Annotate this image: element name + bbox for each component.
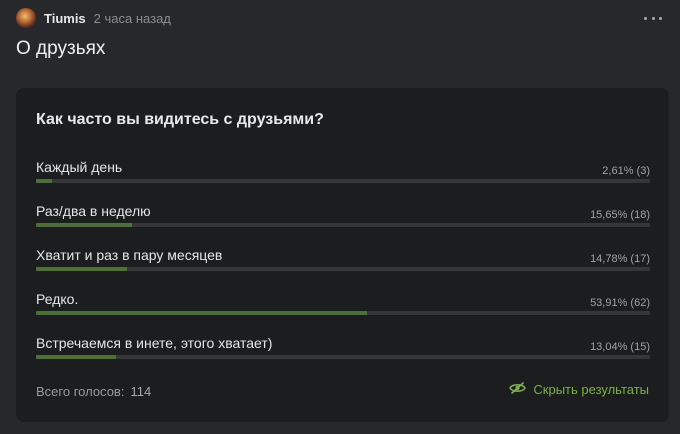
post-title: О друзьях <box>16 38 106 59</box>
poll-option: Встречаемся в инете, этого хватает) 13,0… <box>36 335 650 365</box>
poll-option: Редко. 53,91% (62) <box>36 291 650 321</box>
poll-option-bar-fill <box>36 355 117 359</box>
poll-option-label: Каждый день <box>36 159 123 175</box>
post-header: Tiumis 2 часа назад <box>16 7 664 29</box>
post-time: 2 часа назад <box>93 10 171 26</box>
poll-option-result: 15,65% (18) <box>590 209 650 221</box>
poll-option-label: Встречаемся в инете, этого хватает) <box>36 335 273 351</box>
poll-option-label: Раз/два в неделю <box>36 203 151 219</box>
poll-option-bar <box>36 179 650 183</box>
poll-total-votes: Всего голосов: 114 <box>36 384 151 399</box>
poll-option-bar <box>36 223 650 227</box>
poll-card: Как часто вы видитесь с друзьями? Каждый… <box>16 88 669 422</box>
username[interactable]: Tiumis <box>44 11 86 26</box>
poll-option: Каждый день 2,61% (3) <box>36 159 650 189</box>
poll-total-label: Всего голосов: <box>36 384 125 399</box>
poll-option-label: Редко. <box>36 291 79 307</box>
avatar[interactable] <box>16 8 36 28</box>
poll-option: Хватит и раз в пару месяцев 14,78% (17) <box>36 247 650 277</box>
poll-option-bar-fill <box>36 267 127 271</box>
poll-option-bar-fill <box>36 179 53 183</box>
poll-option-bar-fill <box>36 223 133 227</box>
poll-option-label: Хватит и раз в пару месяцев <box>36 247 223 263</box>
poll-total-count: 114 <box>130 384 152 399</box>
poll-option-result: 14,78% (17) <box>590 253 650 265</box>
poll-option-bar <box>36 355 650 359</box>
hide-results-label: Скрыть результаты <box>533 382 649 397</box>
eye-off-icon <box>509 382 533 397</box>
poll-option: Раз/два в неделю 15,65% (18) <box>36 203 650 233</box>
poll-option-result: 13,04% (15) <box>590 341 650 353</box>
poll-option-result: 53,91% (62) <box>590 297 650 309</box>
poll-option-bar <box>36 311 650 315</box>
poll-option-bar <box>36 267 650 271</box>
poll-option-bar-fill <box>36 311 367 315</box>
hide-results-button[interactable]: Скрыть результаты <box>509 382 649 397</box>
poll-question: Как часто вы видитесь с друзьями? <box>36 111 324 128</box>
poll-option-result: 2,61% (3) <box>602 165 650 177</box>
more-dots-icon[interactable] <box>644 11 662 25</box>
